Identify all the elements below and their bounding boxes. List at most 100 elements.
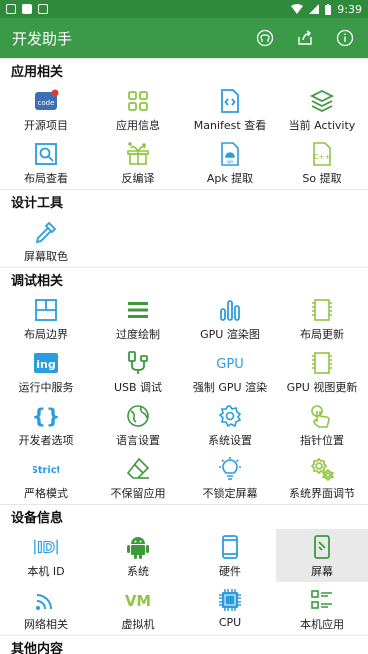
tool-tile[interactable]: 屏幕取色 xyxy=(0,214,92,267)
apps-grid-icon xyxy=(125,88,151,114)
tool-label: GPU 视图更新 xyxy=(286,381,358,394)
tool-tile[interactable]: 网络相关 xyxy=(0,582,92,635)
github-icon[interactable] xyxy=(256,29,274,47)
tool-label: 强制 GPU 渲染 xyxy=(192,381,268,394)
tool-label: 布局边界 xyxy=(24,328,68,341)
svg-text:VM: VM xyxy=(125,593,151,610)
tool-tile[interactable]: ing 运行中服务 xyxy=(0,345,92,398)
tool-label: 反编译 xyxy=(121,172,155,185)
signal-icon xyxy=(309,4,320,14)
notification-icon xyxy=(6,4,16,14)
tool-tile[interactable]: 本机应用 xyxy=(276,582,368,635)
svg-text:code: code xyxy=(38,99,55,107)
tool-tile[interactable]: USB 调试 xyxy=(92,345,184,398)
tool-label: 严格模式 xyxy=(24,487,68,500)
tool-tile[interactable]: 指针位置 xyxy=(276,398,368,451)
tool-tile[interactable]: 过度绘制 xyxy=(92,292,184,345)
tool-tile[interactable]: Manifest 查看 xyxy=(184,83,276,136)
usb-icon xyxy=(125,350,151,376)
section-header: 应用相关 xyxy=(0,58,368,83)
app-bar: 开发助手 xyxy=(0,18,368,58)
layout-bounds-icon xyxy=(33,297,59,323)
tool-label: 系统设置 xyxy=(208,434,252,447)
bar-chart-icon xyxy=(217,297,243,323)
tool-tile[interactable]: ID 本机 ID xyxy=(0,529,92,582)
tool-label: 虚拟机 xyxy=(121,618,155,631)
section-grid: 屏幕取色 xyxy=(0,214,368,267)
svg-text:GPU: GPU xyxy=(217,357,243,372)
layout-search-icon xyxy=(33,141,59,167)
svg-text:ID: ID xyxy=(37,539,55,557)
tool-tile[interactable]: GPU 强制 GPU 渲染 xyxy=(184,345,276,398)
tool-tile[interactable]: 系统界面调节 xyxy=(276,451,368,504)
info-icon[interactable] xyxy=(336,29,354,47)
tool-label: 本机 ID xyxy=(27,565,65,578)
tool-tile[interactable]: Strict 严格模式 xyxy=(0,451,92,504)
tool-tile[interactable]: GPU 渲染图 xyxy=(184,292,276,345)
tool-label: 不锁定屏幕 xyxy=(202,487,258,500)
bulb-icon xyxy=(217,456,243,482)
tool-tile[interactable]: 语言设置 xyxy=(92,398,184,451)
tool-tile[interactable]: 布局边界 xyxy=(0,292,92,345)
share-icon[interactable] xyxy=(296,29,314,47)
tool-label: 布局更新 xyxy=(300,328,344,341)
tool-label: 本机应用 xyxy=(300,618,344,631)
svg-text:{}: {} xyxy=(33,404,59,428)
tool-label: 不保留应用 xyxy=(110,487,166,500)
tool-tile[interactable]: 布局查看 xyxy=(0,136,92,189)
vm-text-icon: VM xyxy=(125,587,151,613)
app-list-icon xyxy=(309,587,335,613)
svg-text:Strict: Strict xyxy=(33,465,59,476)
tool-tile[interactable]: 系统 xyxy=(92,529,184,582)
tool-label: GPU 渲染图 xyxy=(200,328,260,341)
tool-list: 应用相关 code 开源项目 应用信息 Manifest 查看 当前 Activity 布局… xyxy=(0,58,368,654)
tool-tile[interactable]: apk Apk 提取 xyxy=(184,136,276,189)
section-header: 其他内容 xyxy=(0,635,368,654)
gift-box-icon xyxy=(125,141,151,167)
cpp-file-icon: C++ xyxy=(309,141,335,167)
tool-tile[interactable]: 反编译 xyxy=(92,136,184,189)
overdraw-icon xyxy=(125,297,151,323)
tool-tile[interactable]: {} 开发者选项 xyxy=(0,398,92,451)
section-grid: ID 本机 ID 系统 硬件 屏幕网络相关 VM 虚拟机 CPU 本机应用 xyxy=(0,529,368,635)
tool-label: So 提取 xyxy=(302,172,342,185)
tool-tile[interactable]: 系统设置 xyxy=(184,398,276,451)
wifi-icon xyxy=(33,587,59,613)
status-bar: 9:39 xyxy=(0,0,368,18)
tool-tile[interactable]: GPU 视图更新 xyxy=(276,345,368,398)
ing-badge-icon: ing xyxy=(33,350,59,376)
tool-label: 系统 xyxy=(127,565,149,578)
tool-tile[interactable]: 硬件 xyxy=(184,529,276,582)
tool-tile[interactable]: 应用信息 xyxy=(92,83,184,136)
section-grid: 布局边界 过度绘制 GPU 渲染图 布局更新 ing 运行中服务 USB 调试 GPU 强制 G… xyxy=(0,292,368,504)
apk-file-icon: apk xyxy=(217,141,243,167)
tool-label: 屏幕取色 xyxy=(24,250,68,263)
tool-tile[interactable]: code 开源项目 xyxy=(0,83,92,136)
tool-label: 系统界面调节 xyxy=(289,487,355,500)
gpu-text-icon: GPU xyxy=(217,350,243,376)
tool-tile[interactable]: C++ So 提取 xyxy=(276,136,368,189)
notification-icon xyxy=(38,4,48,14)
tool-label: 网络相关 xyxy=(24,618,68,631)
tool-tile[interactable]: 布局更新 xyxy=(276,292,368,345)
id-icon: ID xyxy=(33,534,59,560)
tool-tile[interactable]: CPU xyxy=(184,582,276,635)
tool-label: 应用信息 xyxy=(116,119,160,132)
braces-icon: {} xyxy=(33,403,59,429)
tool-label: 开源项目 xyxy=(24,119,68,132)
notification-icon xyxy=(22,4,32,14)
eraser-icon xyxy=(125,456,151,482)
tool-tile[interactable]: 屏幕 xyxy=(276,529,368,582)
tool-tile[interactable]: 不锁定屏幕 xyxy=(184,451,276,504)
tool-tile[interactable]: VM 虚拟机 xyxy=(92,582,184,635)
cpu-icon xyxy=(217,587,243,613)
gpu-view-update-icon xyxy=(309,350,335,376)
tool-label: CPU xyxy=(218,616,242,629)
screen-icon xyxy=(309,534,335,560)
tool-label: Apk 提取 xyxy=(206,172,254,185)
tool-label: 过度绘制 xyxy=(116,328,160,341)
strict-text-icon: Strict xyxy=(33,456,59,482)
tool-tile[interactable]: 不保留应用 xyxy=(92,451,184,504)
tool-tile[interactable]: 当前 Activity xyxy=(276,83,368,136)
gear-icon xyxy=(217,403,243,429)
